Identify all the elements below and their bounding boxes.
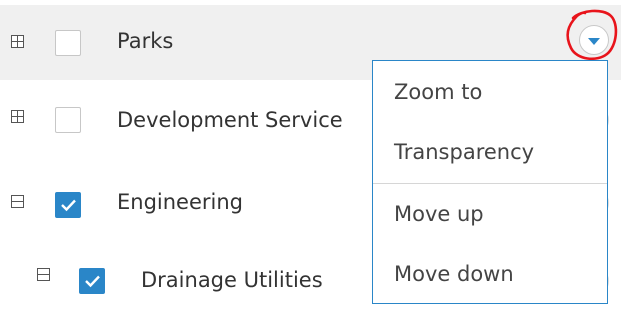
layer-label: Engineering xyxy=(117,190,243,214)
layer-label: Drainage Utilities xyxy=(141,268,323,292)
menu-item-move-up[interactable]: Move up xyxy=(373,184,607,244)
expand-plus-icon[interactable] xyxy=(11,35,24,48)
layer-label: Development Service xyxy=(117,108,343,132)
layer-checkbox[interactable] xyxy=(55,192,81,218)
expand-plus-icon[interactable] xyxy=(11,110,24,123)
layer-context-menu: Zoom to Transparency Move up Move down xyxy=(372,60,608,304)
menu-item-transparency[interactable]: Transparency xyxy=(373,122,607,182)
layer-checkbox[interactable] xyxy=(55,107,81,133)
menu-item-move-down[interactable]: Move down xyxy=(373,244,607,304)
annotation-circle xyxy=(566,9,618,61)
collapse-minus-icon[interactable] xyxy=(37,268,50,281)
layer-checkbox[interactable] xyxy=(79,268,105,294)
layer-label: Parks xyxy=(117,29,174,53)
menu-item-zoom-to[interactable]: Zoom to xyxy=(373,62,607,122)
layer-checkbox[interactable] xyxy=(55,30,81,56)
collapse-minus-icon[interactable] xyxy=(11,195,24,208)
